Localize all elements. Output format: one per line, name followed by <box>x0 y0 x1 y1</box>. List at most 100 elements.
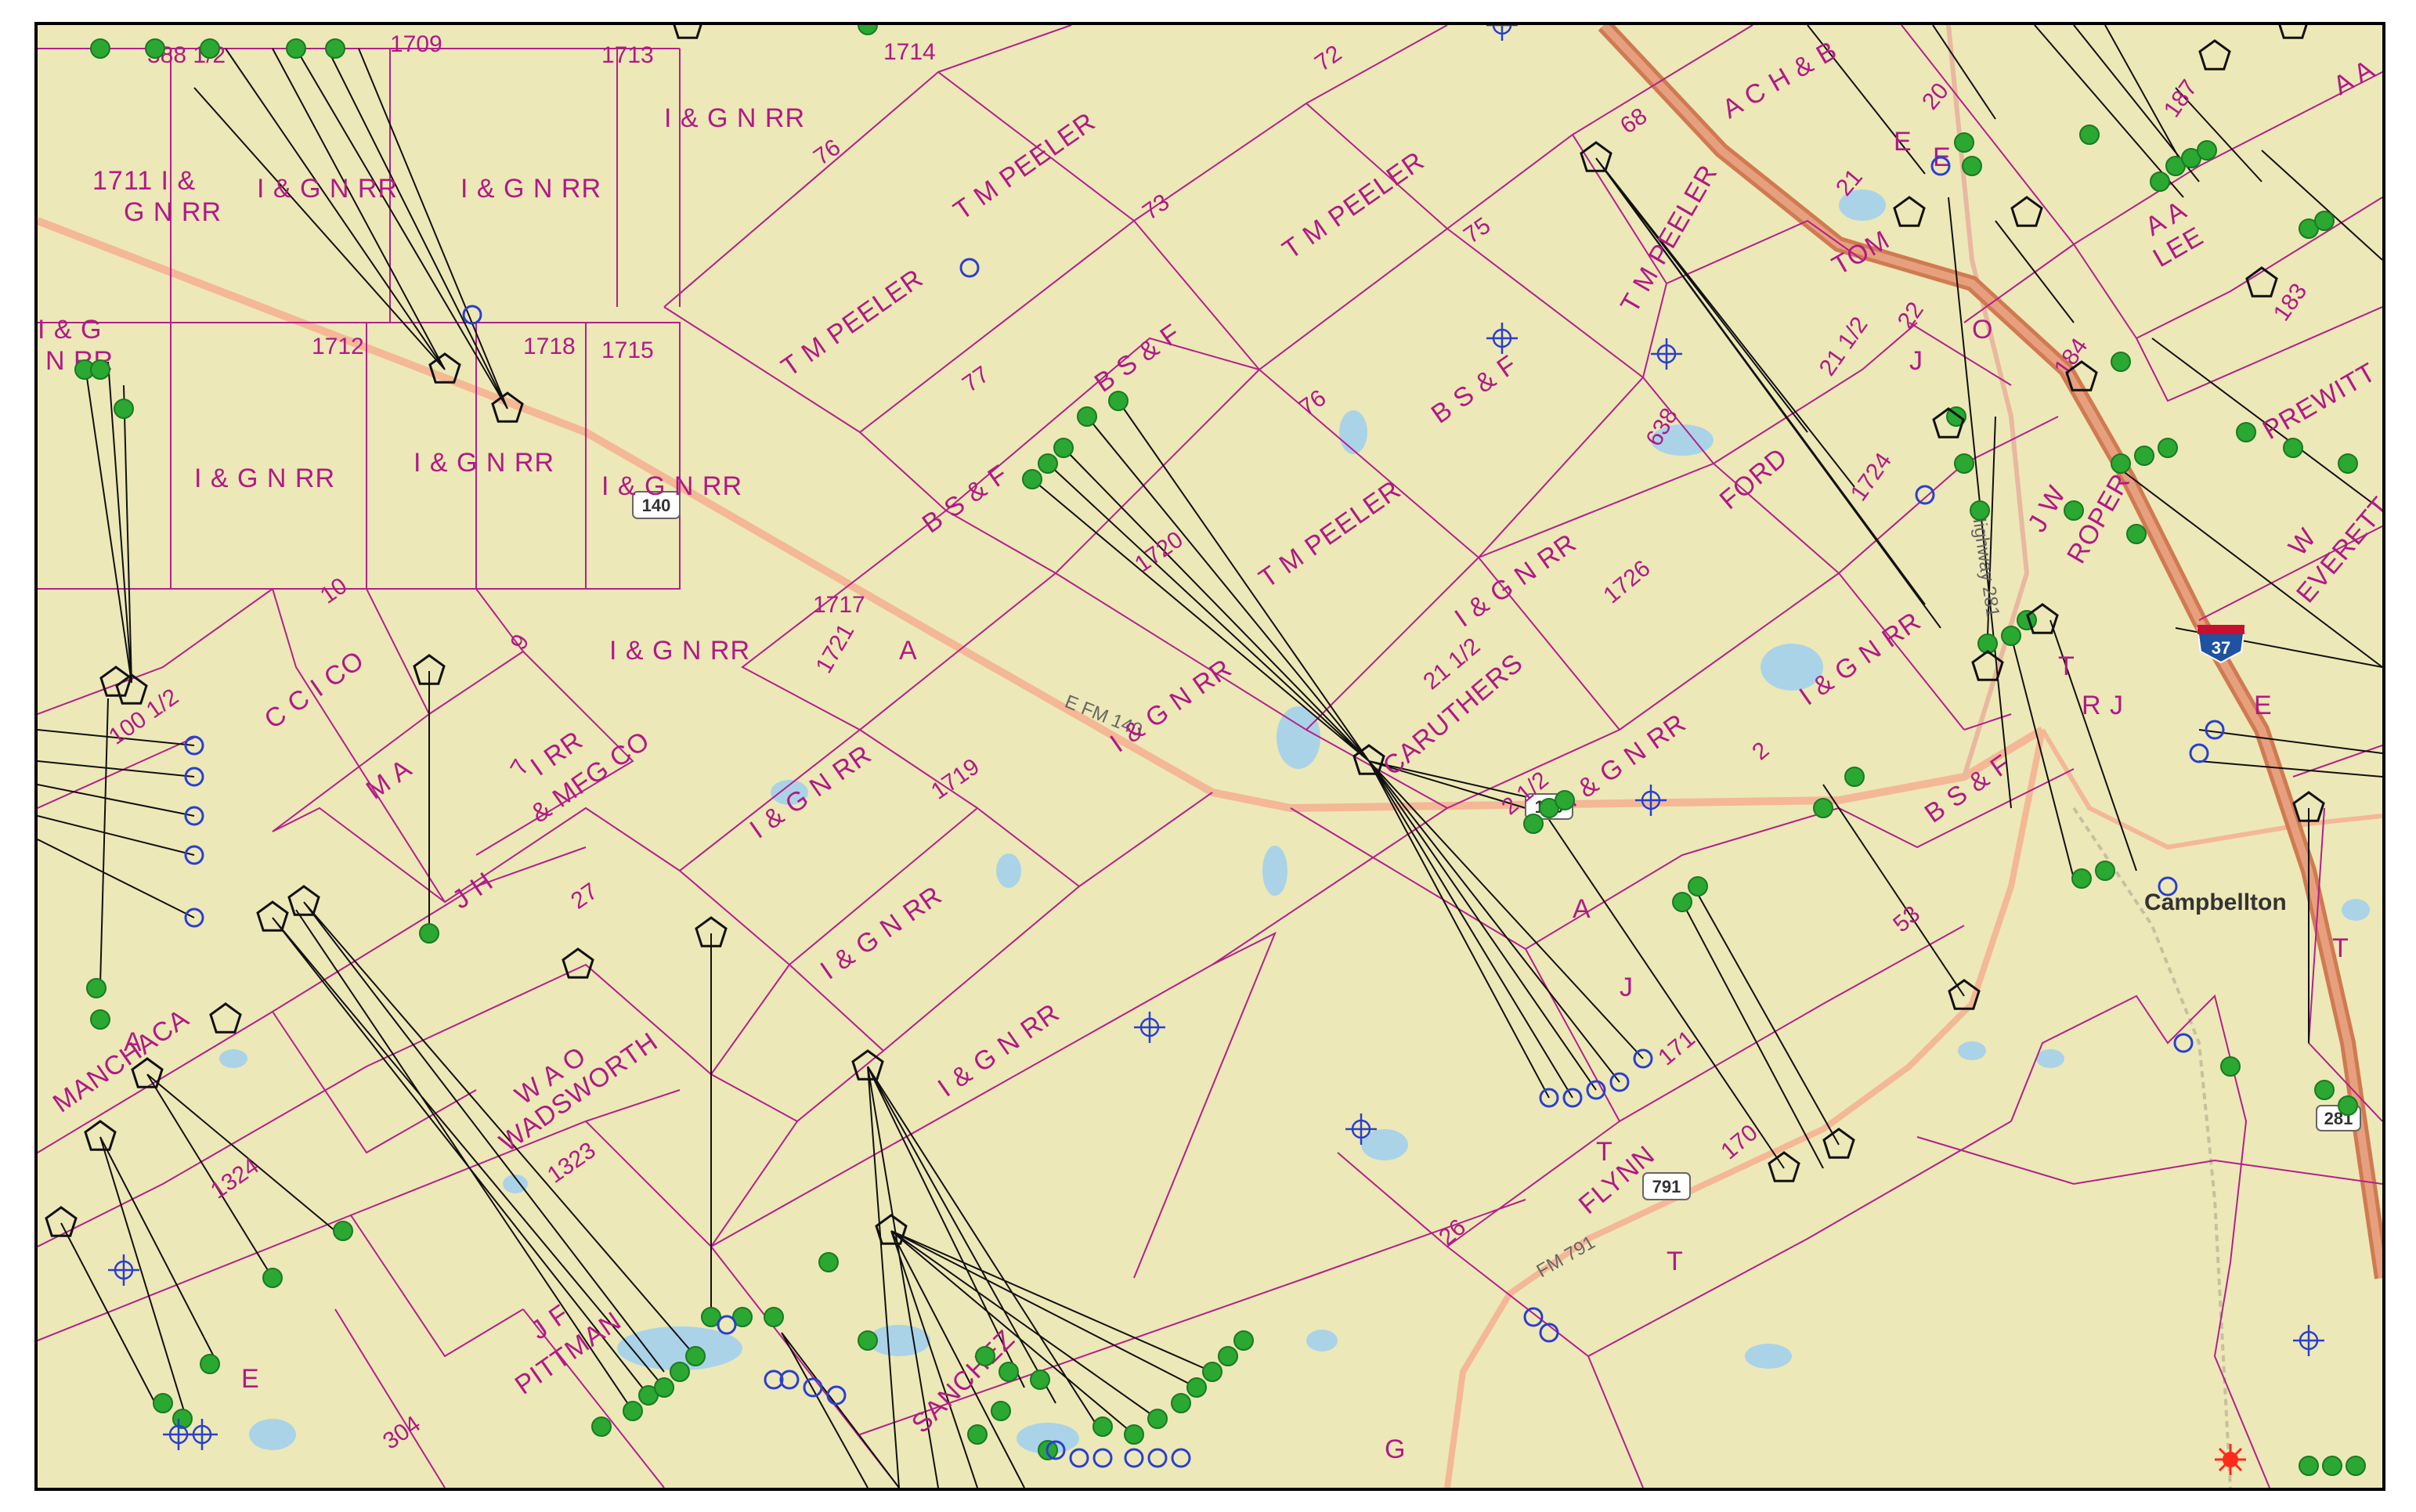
tract-label: I & G N RR <box>601 471 742 501</box>
producing-well-dot[interactable] <box>153 1393 173 1413</box>
producing-well-dot[interactable] <box>2001 626 2021 646</box>
producing-well-dot[interactable] <box>325 38 345 59</box>
tract-label: I & G N RR <box>460 174 601 204</box>
shield-text: 37 <box>2212 638 2230 658</box>
producing-well-dot[interactable] <box>1186 1377 1207 1398</box>
producing-well-dot[interactable] <box>999 1362 1019 1382</box>
producing-well-dot[interactable] <box>2283 438 2303 458</box>
producing-well-dot[interactable] <box>1970 500 1990 521</box>
producing-well-dot[interactable] <box>670 1362 690 1382</box>
producing-well-dot[interactable] <box>200 1354 220 1374</box>
shield-text: 791 <box>1652 1177 1681 1196</box>
producing-well-dot[interactable] <box>2236 422 2256 442</box>
producing-well-dot[interactable] <box>2197 140 2217 161</box>
tract-label: O <box>1972 315 1993 345</box>
tract-label: J <box>1909 346 1923 376</box>
producing-well-dot[interactable] <box>818 1252 839 1272</box>
producing-well-dot[interactable] <box>764 1307 784 1327</box>
producing-well-dot[interactable] <box>419 923 439 944</box>
producing-well-dot[interactable] <box>1124 1424 1144 1445</box>
producing-well-dot[interactable] <box>1555 790 1575 810</box>
producing-well-dot[interactable] <box>2150 171 2170 192</box>
producing-well-dot[interactable] <box>2322 1456 2342 1476</box>
producing-well-dot[interactable] <box>1954 453 1974 474</box>
producing-well-dot[interactable] <box>2158 438 2178 458</box>
producing-well-dot[interactable] <box>2314 1080 2335 1100</box>
tract-number: 1712 <box>312 334 364 359</box>
producing-well-dot[interactable] <box>1962 156 1982 176</box>
producing-well-dot[interactable] <box>1171 1393 1191 1413</box>
producing-well-dot[interactable] <box>991 1401 1011 1421</box>
producing-well-dot[interactable] <box>591 1416 612 1437</box>
producing-well-dot[interactable] <box>1218 1346 1238 1366</box>
producing-well-dot[interactable] <box>2299 1456 2319 1476</box>
producing-well-dot[interactable] <box>2017 610 2037 630</box>
red-well-marker[interactable] <box>2215 1444 2246 1475</box>
producing-well-dot[interactable] <box>967 1424 988 1445</box>
producing-well-dot[interactable] <box>1022 469 1042 489</box>
producing-well-dot[interactable] <box>90 1009 110 1030</box>
producing-well-dot[interactable] <box>2064 500 2084 521</box>
producing-well-dot[interactable] <box>1092 1416 1113 1437</box>
producing-well-dot[interactable] <box>1038 453 1058 474</box>
producing-well-dot[interactable] <box>2079 124 2100 145</box>
map-canvas[interactable]: 140 791 37 281 140 E FM 140 FM 791 Highw… <box>38 25 2382 1488</box>
producing-well-dot[interactable] <box>1233 1330 1254 1351</box>
producing-well-dot[interactable] <box>1954 132 1974 153</box>
tract-label: I & G N RR <box>664 103 805 133</box>
producing-well-dot[interactable] <box>2111 453 2131 474</box>
producing-well-dot[interactable] <box>2111 352 2131 372</box>
tract-label: J <box>1620 973 1634 1002</box>
producing-well-dot[interactable] <box>262 1268 283 1288</box>
producing-well-dot[interactable] <box>90 38 110 59</box>
producing-well-dot[interactable] <box>2095 861 2115 881</box>
producing-well-dot[interactable] <box>623 1401 643 1421</box>
producing-well-dot[interactable] <box>858 1330 878 1351</box>
tract-number: 1715 <box>601 337 654 363</box>
tract-label: T <box>1667 1247 1684 1276</box>
producing-well-dot[interactable] <box>1202 1362 1222 1382</box>
producing-well-dot[interactable] <box>200 38 220 59</box>
producing-well-dot[interactable] <box>685 1346 706 1366</box>
producing-well-dot[interactable] <box>2071 868 2092 889</box>
map-frame[interactable]: 140 791 37 281 140 E FM 140 FM 791 Highw… <box>34 22 2385 1491</box>
producing-well-dot[interactable] <box>286 38 306 59</box>
tract-label: I & G <box>38 315 102 345</box>
producing-well-dot[interactable] <box>1030 1369 1050 1390</box>
producing-well-dot[interactable] <box>90 359 110 380</box>
tract-label: G N RR <box>124 197 222 227</box>
producing-well-dot[interactable] <box>1813 798 1833 818</box>
producing-well-dot[interactable] <box>2220 1056 2241 1077</box>
producing-well-dot[interactable] <box>1672 892 1692 912</box>
producing-well-dot[interactable] <box>1053 438 1074 458</box>
producing-well-dot[interactable] <box>1108 391 1129 411</box>
producing-well-dot[interactable] <box>2338 1095 2358 1116</box>
producing-well-dot[interactable] <box>2126 524 2147 544</box>
tract-label: E <box>1894 127 1912 157</box>
producing-well-dot[interactable] <box>1523 814 1544 834</box>
tract-label: R J <box>2082 691 2124 720</box>
producing-well-dot[interactable] <box>2338 453 2358 474</box>
tract-label: T <box>1596 1137 1613 1167</box>
producing-well-dot[interactable] <box>145 38 165 59</box>
producing-well-dot[interactable] <box>2134 446 2154 466</box>
tract-number: 1714 <box>883 39 936 65</box>
producing-well-dot[interactable] <box>114 399 134 419</box>
tract-label: I & G N RR <box>609 636 750 666</box>
tract-label: E <box>241 1364 260 1394</box>
producing-well-dot[interactable] <box>654 1377 674 1398</box>
tract-label: A <box>899 636 918 666</box>
producing-well-dot[interactable] <box>1147 1409 1168 1429</box>
producing-well-dot[interactable] <box>86 978 107 998</box>
producing-well-dot[interactable] <box>333 1221 353 1241</box>
producing-well-dot[interactable] <box>2346 1456 2366 1476</box>
producing-well-dot[interactable] <box>975 1346 995 1366</box>
tract-label: I & G N RR <box>194 464 335 493</box>
route-shield-791: 791 <box>1642 1172 1691 1200</box>
tract-number: 1717 <box>813 592 865 618</box>
tract-number: 1713 <box>601 42 654 68</box>
producing-well-dot[interactable] <box>1688 876 1708 897</box>
producing-well-dot[interactable] <box>2314 211 2335 231</box>
producing-well-dot[interactable] <box>1844 767 1865 787</box>
producing-well-dot[interactable] <box>1077 406 1097 427</box>
